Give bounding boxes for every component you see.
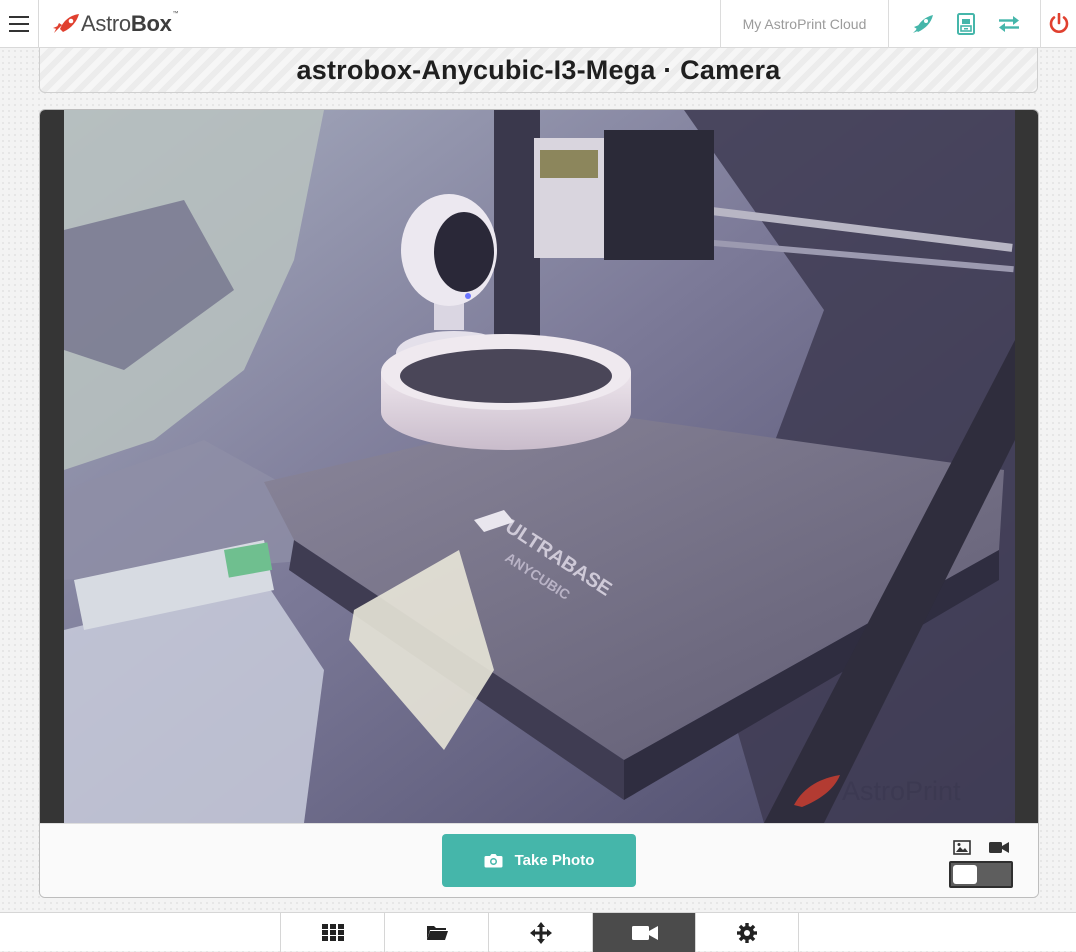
camera-controls: Take Photo [40, 823, 1038, 897]
grid-icon [321, 924, 344, 941]
page-title-bar: astrobox-Anycubic-I3-Mega · Camera [39, 48, 1038, 93]
top-bar: AstroBox™ My AstroPrint Cloud [0, 0, 1076, 48]
power-icon [1049, 13, 1068, 33]
printer-files-button[interactable] [945, 0, 987, 48]
power-button[interactable] [1040, 0, 1076, 48]
watermark-text: AstroPrint [842, 776, 961, 806]
nav-camera[interactable] [592, 913, 696, 952]
take-photo-button[interactable]: Take Photo [442, 834, 636, 887]
nav-settings[interactable] [695, 913, 799, 952]
nav-control[interactable] [488, 913, 592, 952]
toggle-knob [953, 865, 977, 884]
printer-file-icon [957, 13, 975, 35]
camera-icon [484, 854, 503, 868]
nav-files[interactable] [384, 913, 488, 952]
astroprint-rocket-logo-icon [53, 14, 79, 33]
move-arrows-icon [529, 921, 552, 944]
transfer-arrows-icon [999, 16, 1019, 32]
video-icon[interactable] [989, 841, 1009, 854]
video-camera-icon [631, 925, 658, 940]
camera-mode-icons [952, 840, 1012, 856]
astrobox-logo[interactable]: AstroBox™ [52, 11, 179, 37]
hamburger-menu-button[interactable] [0, 0, 39, 48]
logo-text: AstroBox™ [81, 11, 179, 36]
bottom-nav [0, 912, 1076, 952]
nav-dashboard[interactable] [280, 913, 384, 952]
hamburger-icon [9, 16, 29, 32]
camera-feed-area: ULTRABASE ANYCUBIC AstroPrint [40, 110, 1038, 823]
take-photo-label: Take Photo [514, 852, 595, 869]
astroprint-button[interactable] [902, 0, 944, 48]
connection-button[interactable] [988, 0, 1030, 48]
image-icon[interactable] [953, 840, 971, 855]
my-astroprint-cloud-link[interactable]: My AstroPrint Cloud [720, 0, 889, 48]
gear-icon [737, 922, 757, 943]
camera-panel: ULTRABASE ANYCUBIC AstroPrint Take Photo [39, 109, 1039, 898]
photo-video-toggle[interactable] [949, 861, 1013, 888]
astroprint-rocket-icon [913, 15, 933, 33]
camera-feed-image: ULTRABASE ANYCUBIC AstroPrint [64, 110, 1015, 823]
page-title: astrobox-Anycubic-I3-Mega · Camera [296, 54, 781, 85]
folder-icon [426, 926, 448, 940]
